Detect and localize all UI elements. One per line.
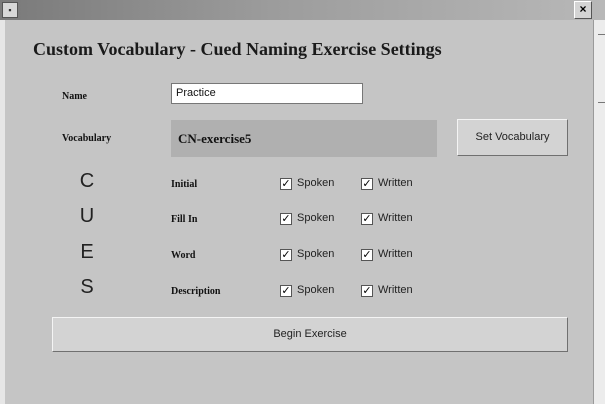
initial-written-label: Written [378,177,413,189]
cue-word-label: Word [171,250,196,261]
initial-written-checkbox[interactable]: ✓ [361,178,373,190]
word-spoken-checkbox[interactable]: ✓ [280,249,292,261]
name-label: Name [62,91,87,102]
title-bar: ▪ × [0,0,605,20]
window-icon[interactable]: ▪ [2,2,18,18]
fill-in-written-label: Written [378,212,413,224]
cue-fill-in-label: Fill In [171,214,198,225]
fill-in-written-checkbox[interactable]: ✓ [361,213,373,225]
page-title: Custom Vocabulary - Cued Naming Exercise… [33,39,442,59]
initial-spoken-label: Spoken [297,177,335,189]
vocabulary-display: CN-exercise5 [171,120,437,157]
cue-description-label: Description [171,286,221,297]
description-spoken-label: Spoken [297,284,335,296]
begin-exercise-button[interactable]: Begin Exercise [52,317,568,352]
set-vocabulary-button[interactable]: Set Vocabulary [457,119,568,156]
cue-letter-c: C [79,170,95,192]
description-spoken-checkbox[interactable]: ✓ [280,285,292,297]
close-button[interactable]: × [574,1,592,19]
fill-in-spoken-label: Spoken [297,212,335,224]
description-written-checkbox[interactable]: ✓ [361,285,373,297]
cue-initial-label: Initial [171,179,198,190]
word-written-label: Written [378,248,413,260]
initial-spoken-checkbox[interactable]: ✓ [280,178,292,190]
word-spoken-label: Spoken [297,248,335,260]
name-input[interactable]: Practice [171,83,363,104]
fill-in-spoken-checkbox[interactable]: ✓ [280,213,292,225]
cue-letter-s: S [80,276,94,298]
vocabulary-value: CN-exercise5 [178,131,252,146]
cue-letter-u: U [79,205,95,227]
vocabulary-label: Vocabulary [62,133,112,144]
background-window-edge [593,20,605,404]
word-written-checkbox[interactable]: ✓ [361,249,373,261]
cue-letter-e: E [80,241,94,263]
description-written-label: Written [378,284,413,296]
